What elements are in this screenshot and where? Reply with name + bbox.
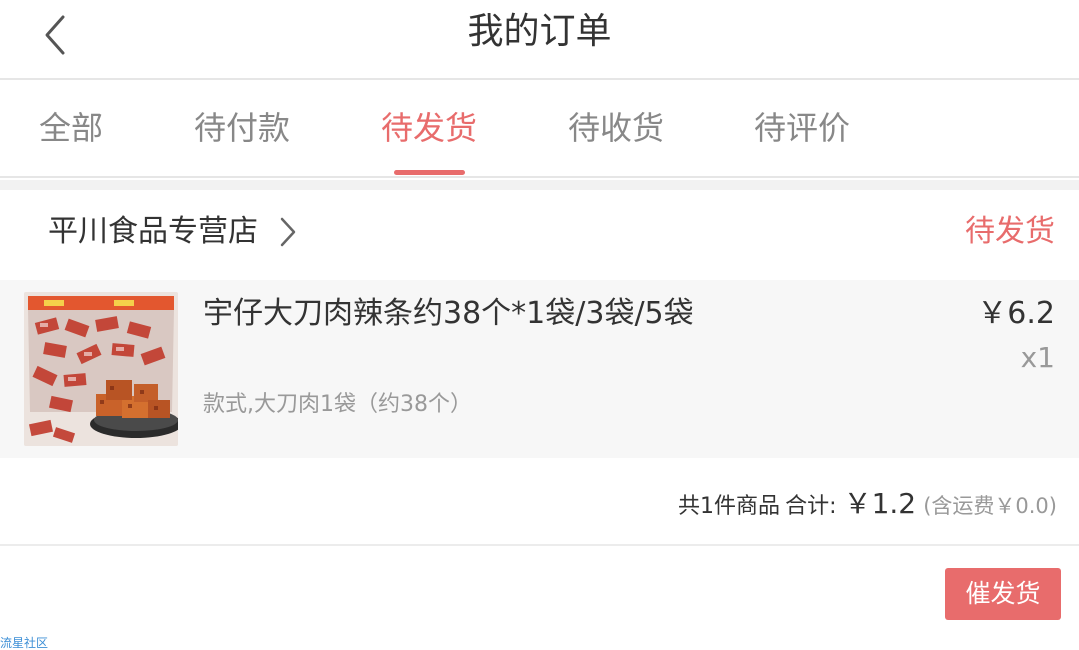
page-title: 我的订单 <box>467 11 612 52</box>
order-actions: 催发货 <box>0 548 1079 650</box>
item-count: 共1件商品 <box>677 494 780 519</box>
product-price: ￥6.2 <box>977 296 1055 331</box>
product-spec: 款式,大刀肉1袋（约38个） <box>203 392 472 417</box>
total-label: 合计: <box>785 494 837 519</box>
urge-shipment-button[interactable]: 催发货 <box>945 568 1061 620</box>
store-header: 平川食品专营店 待发货 <box>0 190 1079 280</box>
store-name-link[interactable]: 平川食品专营店 <box>48 212 258 252</box>
chevron-right-icon[interactable] <box>274 214 302 250</box>
product-quantity: x1 <box>1020 341 1055 374</box>
section-divider <box>0 180 1079 190</box>
tab-all[interactable]: 全部 <box>39 108 103 148</box>
product-title: 宇仔大刀肉辣条约38个*1袋/3袋/5袋 <box>203 296 694 331</box>
order-item[interactable]: 宇仔大刀肉辣条约38个*1袋/3袋/5袋 款式,大刀肉1袋（约38个） ￥6.2… <box>0 280 1079 458</box>
order-summary: 共1件商品 合计: ￥1.2 (含运费￥0.0) <box>0 458 1079 546</box>
order-status-label: 待发货 <box>965 214 1055 249</box>
shipping-fee: (含运费￥0.0) <box>923 494 1057 518</box>
total-amount: ￥1.2 <box>843 487 917 520</box>
top-bar: 我的订单 <box>0 0 1079 80</box>
order-status-tabs: 全部 待付款 待发货 待收货 待评价 <box>0 82 1079 178</box>
tab-pending-review[interactable]: 待评价 <box>754 108 850 148</box>
product-image <box>24 292 178 446</box>
tab-pending-shipment[interactable]: 待发货 <box>381 108 477 148</box>
tab-pending-payment[interactable]: 待付款 <box>194 108 290 148</box>
active-tab-indicator <box>394 170 465 175</box>
tab-pending-receipt[interactable]: 待收货 <box>568 108 664 148</box>
summary-text: 共1件商品 合计: ￥1.2 (含运费￥0.0) <box>678 486 1057 526</box>
watermark: 流星社区 <box>0 636 49 650</box>
